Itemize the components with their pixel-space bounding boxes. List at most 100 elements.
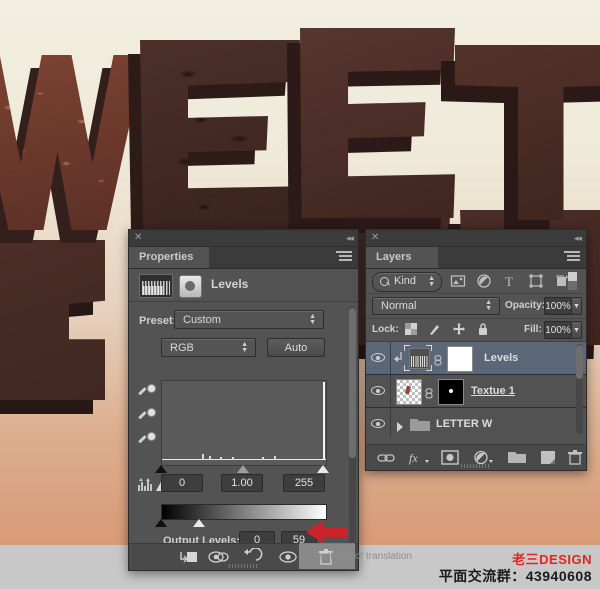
collapse-icon[interactable]: ◂◂ xyxy=(574,232,582,244)
lock-position-icon[interactable] xyxy=(452,322,468,338)
preset-value: Custom xyxy=(183,313,221,326)
output-black-slider[interactable] xyxy=(155,519,167,527)
lock-transparent-pixels-icon[interactable] xyxy=(404,322,420,338)
channel-select[interactable]: RGB ▲ ▼ xyxy=(161,338,256,357)
channel-value: RGB xyxy=(170,341,194,354)
properties-scrollbar-thumb[interactable] xyxy=(349,308,356,458)
auto-button[interactable]: Auto xyxy=(267,338,325,357)
input-black-value[interactable]: 0 xyxy=(161,474,203,492)
delete-layer-icon[interactable] xyxy=(566,449,584,466)
search-icon xyxy=(380,277,389,286)
panel-resize-grip[interactable] xyxy=(461,464,491,468)
table-row[interactable]: Levels xyxy=(366,342,586,375)
filter-shape-icon[interactable] xyxy=(528,273,544,289)
clip-to-layer-icon[interactable] xyxy=(177,548,199,566)
tab-properties[interactable]: Properties xyxy=(129,247,209,268)
filter-pixel-icon[interactable] xyxy=(450,273,466,289)
filter-toggle-switch[interactable] xyxy=(568,272,577,290)
filter-type-icon[interactable]: T xyxy=(502,273,518,289)
layer-name[interactable]: Levels xyxy=(484,352,518,364)
artwork-letter-e-1 xyxy=(128,40,300,244)
group-expand-arrow-icon[interactable] xyxy=(396,419,404,437)
input-white-value[interactable]: 255 xyxy=(283,474,325,492)
preset-select[interactable]: Custom ▲ ▼ xyxy=(174,310,324,329)
layer-list: Levels Textue 1 LETTER W xyxy=(366,342,586,438)
opacity-label: Opacity: xyxy=(505,300,546,311)
fill-label: Fill: xyxy=(524,324,542,335)
link-layers-icon[interactable] xyxy=(376,449,396,466)
levels-histogram-icon xyxy=(139,274,173,298)
new-layer-icon[interactable] xyxy=(538,449,558,466)
set-white-point-eyedropper[interactable] xyxy=(137,430,156,448)
layers-panel-titlebar: ✕ ◂◂ xyxy=(366,230,586,247)
close-icon[interactable]: ✕ xyxy=(371,232,379,244)
toggle-layer-visibility-icon[interactable] xyxy=(207,548,229,566)
set-black-point-eyedropper[interactable] xyxy=(137,382,156,400)
lock-image-pixels-icon[interactable] xyxy=(428,322,444,338)
output-levels-gradient xyxy=(161,504,327,520)
fill-chevron-down-icon[interactable]: ▼ xyxy=(571,321,582,339)
properties-panel-titlebar: ✕ ◂◂ xyxy=(129,230,358,247)
layer-filter-row: Kind ▲ ▼ T xyxy=(366,269,586,294)
properties-tab-row: Properties xyxy=(129,247,358,269)
folder-icon xyxy=(410,417,430,437)
layer-style-fx-icon[interactable]: fx xyxy=(408,449,430,466)
blend-opacity-row: Normal ▲ ▼ Opacity: 100% ▼ xyxy=(366,294,586,319)
opacity-value[interactable]: 100% xyxy=(544,297,572,315)
layer-mask-thumbnail[interactable] xyxy=(438,379,464,405)
layer-name[interactable]: LETTER W xyxy=(436,418,492,430)
artwork-letter-e-2 xyxy=(287,28,455,233)
preset-label: Preset: xyxy=(139,315,177,327)
layer-visibility-toggle[interactable] xyxy=(366,408,391,438)
input-gamma-slider[interactable] xyxy=(237,465,249,473)
table-row[interactable]: Textue 1 xyxy=(366,375,586,408)
opacity-chevron-down-icon[interactable]: ▼ xyxy=(571,297,582,315)
clipping-mask-arrow-icon xyxy=(394,351,403,364)
panel-menu-icon[interactable] xyxy=(336,251,352,263)
new-group-icon[interactable] xyxy=(506,449,528,466)
input-gamma-value[interactable]: 1.00 xyxy=(221,474,263,492)
artwork-letter-bottom-1 xyxy=(0,240,105,414)
svg-text:T: T xyxy=(505,274,513,289)
input-black-slider[interactable] xyxy=(155,465,167,473)
svg-text:fx: fx xyxy=(409,451,418,465)
properties-panel: ✕ ◂◂ Properties Levels Preset: Custom ▲ ▼… xyxy=(128,229,359,571)
add-layer-mask-icon[interactable] xyxy=(440,449,460,466)
layer-thumbnail-texture[interactable] xyxy=(396,379,422,405)
watermark-qq-group: 平面交流群：43940608 xyxy=(438,568,592,584)
tab-layers[interactable]: Layers xyxy=(366,247,438,268)
lock-label: Lock: xyxy=(372,324,399,335)
filter-adjustment-icon[interactable] xyxy=(476,273,492,289)
chevron-updown-icon: ▲ ▼ xyxy=(309,312,316,326)
layer-name[interactable]: Textue 1 xyxy=(471,385,515,397)
chevron-updown-icon: ▲ ▼ xyxy=(428,275,435,288)
input-white-slider[interactable] xyxy=(317,465,329,473)
fill-value[interactable]: 100% xyxy=(544,321,572,339)
layer-mask-thumbnail[interactable] xyxy=(447,346,473,372)
filter-kind-label: Kind xyxy=(394,275,417,287)
panel-menu-icon[interactable] xyxy=(564,251,580,263)
layer-thumbnail-levels[interactable] xyxy=(409,348,430,369)
layer-visibility-toggle[interactable] xyxy=(366,342,391,374)
filter-kind-select[interactable]: Kind ▲ ▼ xyxy=(372,272,442,292)
collapse-icon[interactable]: ◂◂ xyxy=(346,232,354,244)
layer-visibility-toggle[interactable] xyxy=(366,375,391,407)
output-white-slider[interactable] xyxy=(193,519,205,527)
red-left-arrow xyxy=(306,521,348,543)
blend-mode-select[interactable]: Normal ▲ ▼ xyxy=(372,297,500,315)
lock-all-icon[interactable] xyxy=(476,322,492,338)
set-gray-point-eyedropper[interactable] xyxy=(137,406,156,424)
preview-eye-icon[interactable] xyxy=(277,548,299,566)
close-icon[interactable]: ✕ xyxy=(134,232,142,244)
artwork-letter-t xyxy=(441,45,600,236)
panel-resize-grip[interactable] xyxy=(228,564,259,568)
lock-fill-row: Lock: Fill: 100% ▼ xyxy=(366,319,586,342)
layer-link-icon[interactable] xyxy=(434,353,442,366)
layers-scrollbar-thumb[interactable] xyxy=(576,345,583,379)
watermark-overlay-text: Textbook of translation xyxy=(312,551,413,562)
layers-panel: ✕ ◂◂ Layers Kind ▲ ▼ T Normal ▲ ▼ Opacit… xyxy=(365,229,587,471)
artwork-letter-w xyxy=(0,55,145,243)
table-row[interactable]: LETTER W xyxy=(366,408,586,438)
levels-histogram[interactable] xyxy=(161,380,327,466)
layer-link-icon[interactable] xyxy=(425,386,433,399)
